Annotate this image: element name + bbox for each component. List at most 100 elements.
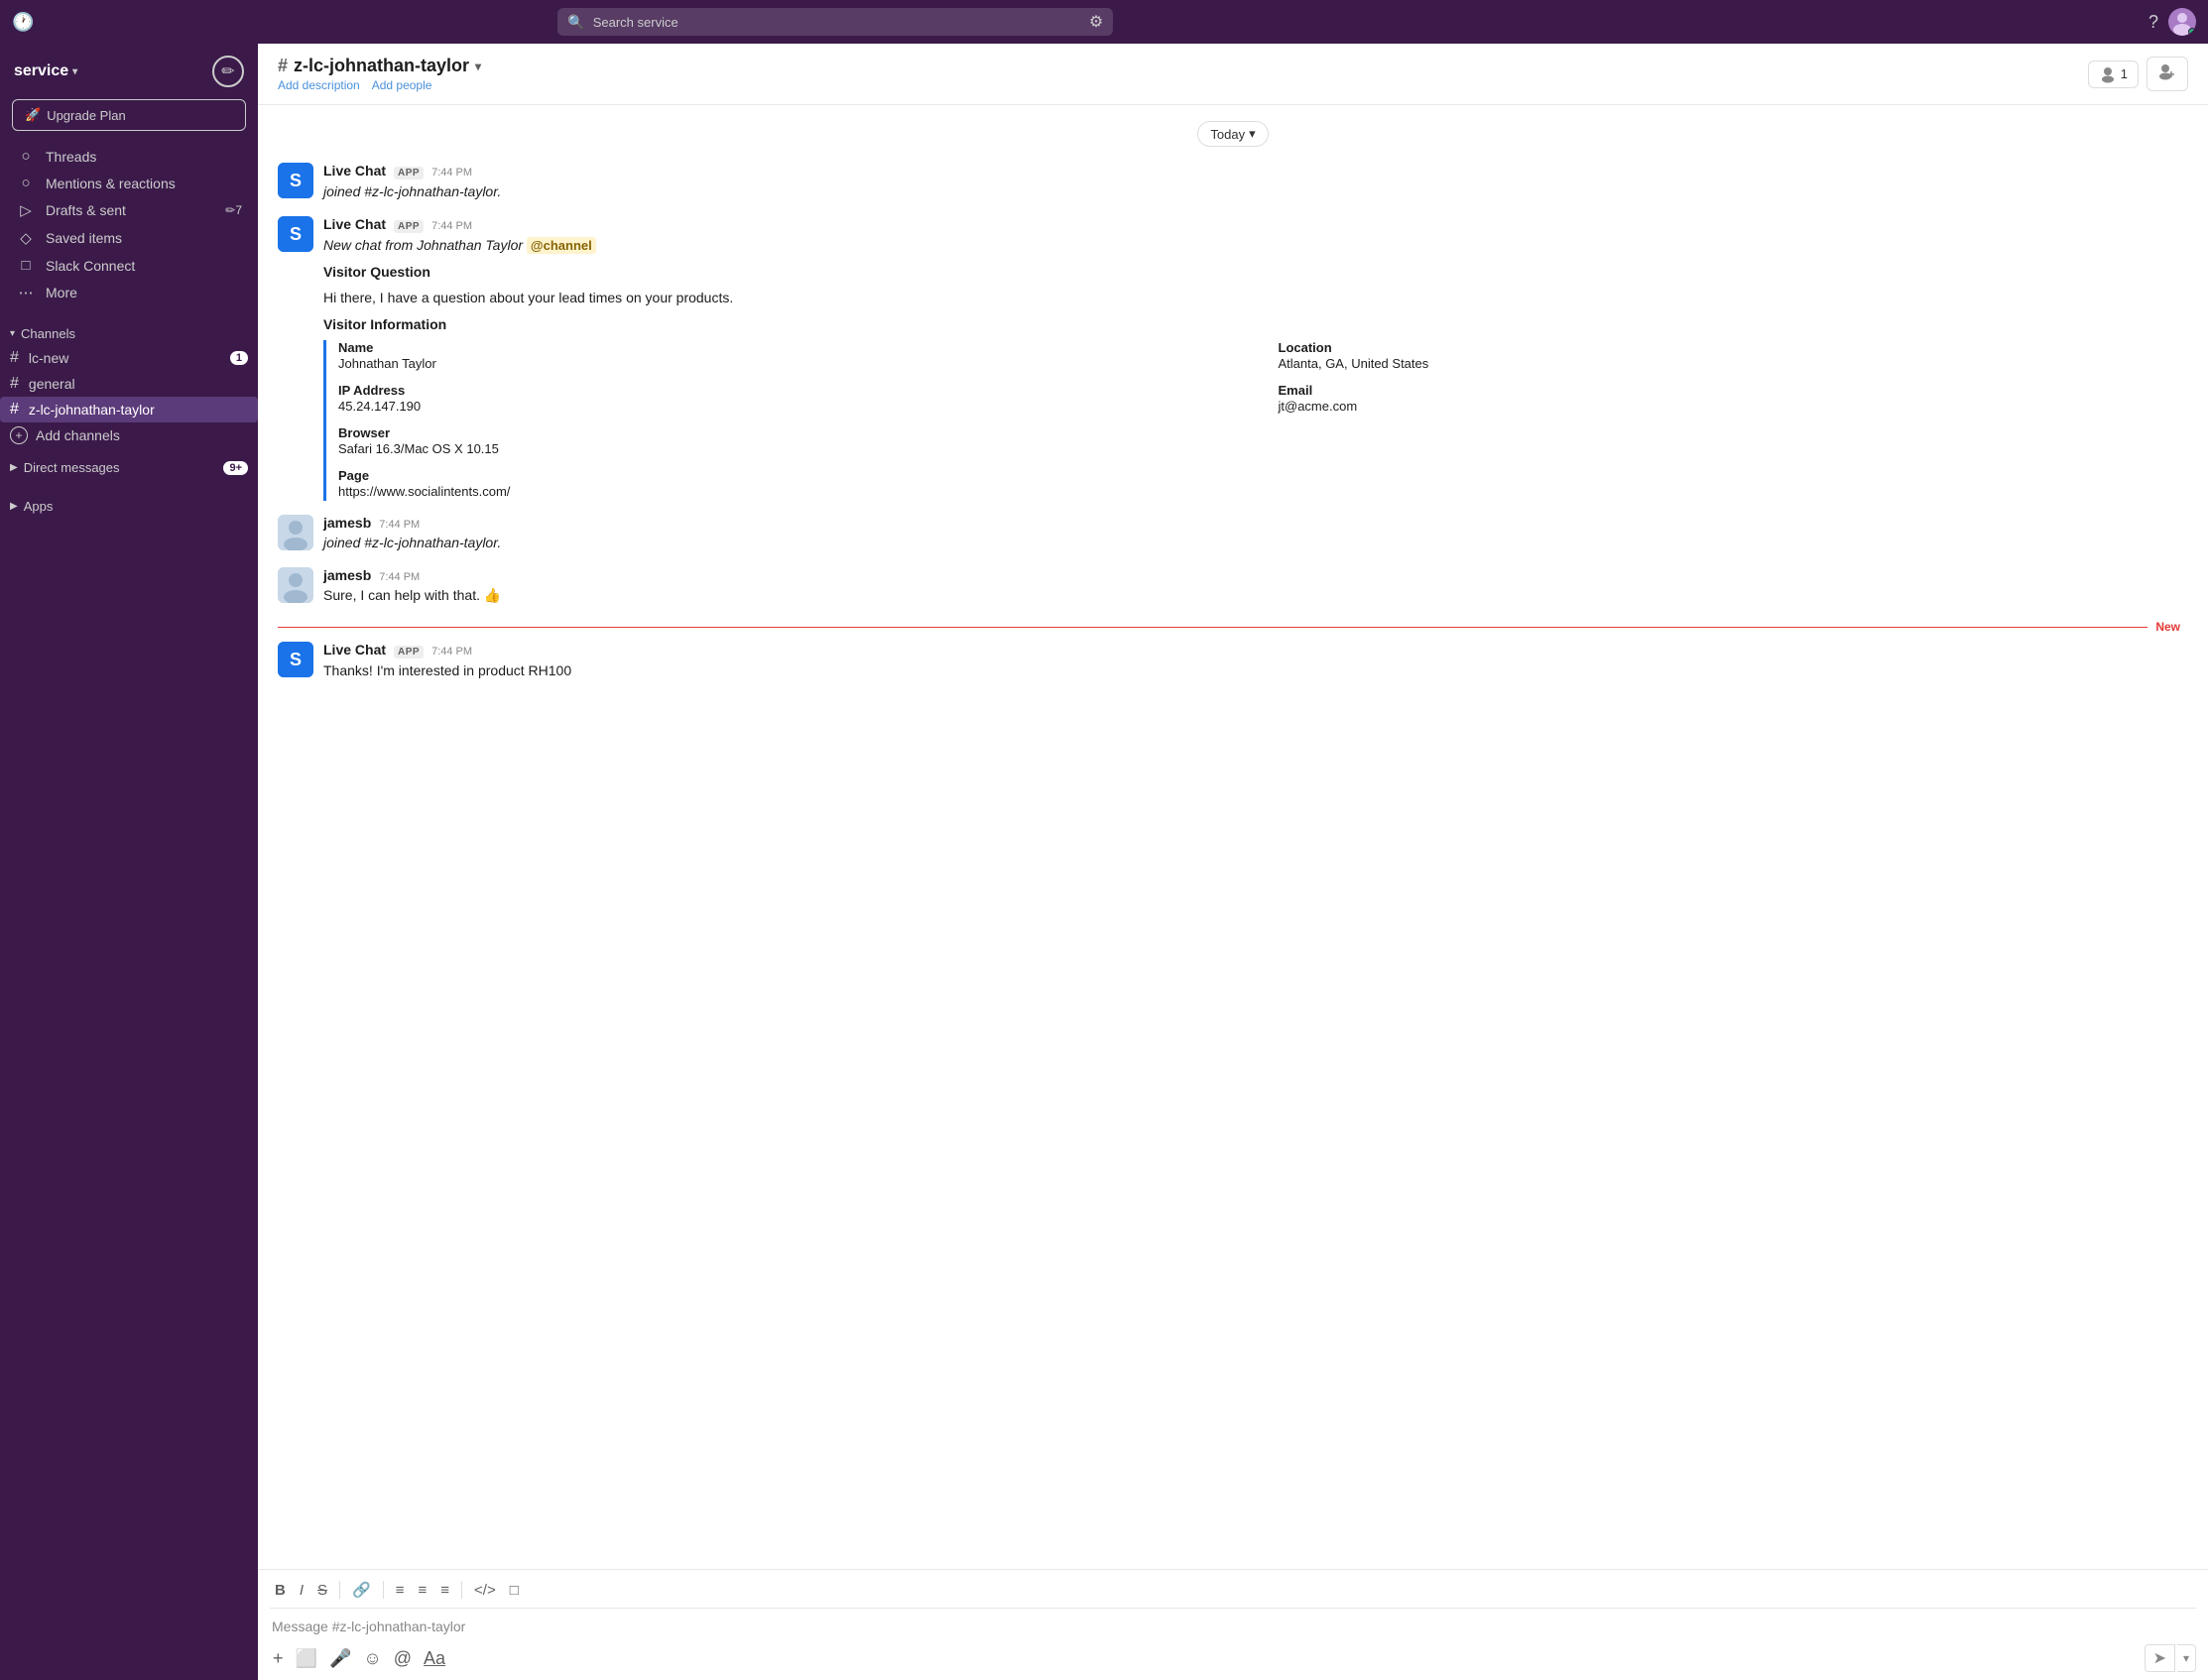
sidebar-item-saved[interactable]: ◇ Saved items bbox=[6, 224, 252, 252]
visitor-card: Visitor Question Hi there, I have a ques… bbox=[323, 264, 2188, 501]
filter-icon[interactable]: ⚙ bbox=[1089, 12, 1103, 32]
apps-header[interactable]: ▶ Apps bbox=[0, 495, 258, 518]
ordered-list-button[interactable]: ≡ bbox=[391, 1579, 410, 1602]
audio-button[interactable]: 🎤 bbox=[326, 1645, 354, 1672]
message-group: S Live Chat APP 7:44 PM joined #z-lc-joh… bbox=[278, 163, 2188, 202]
mention-button[interactable]: @ bbox=[391, 1645, 415, 1672]
sidebar-item-label: Mentions & reactions bbox=[46, 176, 176, 191]
message-input[interactable]: Message #z-lc-johnathan-taylor bbox=[270, 1615, 2196, 1638]
date-label: Today bbox=[1210, 127, 1245, 142]
message-italic: New chat from Johnathan Taylor bbox=[323, 237, 527, 253]
unordered-list-button[interactable]: ≡ bbox=[413, 1579, 431, 1602]
sidebar-item-drafts[interactable]: ▷ Drafts & sent ✏7 bbox=[6, 196, 252, 224]
link-button[interactable]: 🔗 bbox=[347, 1578, 376, 1602]
channel-item-lc-new[interactable]: # lc-new 1 bbox=[0, 345, 258, 371]
dm-header[interactable]: ▶ Direct messages 9+ bbox=[0, 456, 258, 479]
field-value: Atlanta, GA, United States bbox=[1279, 356, 1429, 371]
date-chevron-icon: ▾ bbox=[1249, 126, 1256, 142]
channel-item-z-lc-johnathan-taylor[interactable]: # z-lc-johnathan-taylor bbox=[0, 397, 258, 422]
message-time: 7:44 PM bbox=[431, 220, 472, 232]
workspace-name[interactable]: service ▾ bbox=[14, 62, 77, 80]
svg-text:S: S bbox=[290, 171, 302, 190]
avatar bbox=[278, 567, 313, 603]
mentions-icon: ○ bbox=[16, 175, 36, 191]
drafts-icon: ▷ bbox=[16, 201, 36, 219]
channels-section: ▾ Channels # lc-new 1 # general # z-lc-j… bbox=[0, 322, 258, 448]
format-button[interactable]: Aa bbox=[421, 1645, 448, 1672]
message-time: 7:44 PM bbox=[431, 167, 472, 179]
message-time: 7:44 PM bbox=[431, 646, 472, 658]
history-icon[interactable]: 🕐 bbox=[12, 12, 34, 33]
bold-button[interactable]: B bbox=[270, 1579, 291, 1602]
italic-button[interactable]: I bbox=[295, 1579, 308, 1602]
dm-toggle-icon: ▶ bbox=[10, 462, 18, 473]
message-sender: jamesb bbox=[323, 567, 371, 583]
message-content: joined #z-lc-johnathan-taylor. bbox=[323, 183, 501, 199]
add-description-link[interactable]: Add description bbox=[278, 78, 360, 92]
message-body: jamesb 7:44 PM joined #z-lc-johnathan-ta… bbox=[323, 515, 2188, 553]
message-header: Live Chat APP 7:44 PM bbox=[323, 642, 2188, 659]
sidebar-item-more[interactable]: ⋯ More bbox=[6, 279, 252, 306]
sidebar: service ▾ ✏ 🚀 Upgrade Plan ○ Threads ○ M… bbox=[0, 44, 258, 1680]
channel-header: # z-lc-johnathan-taylor ▾ Add descriptio… bbox=[258, 44, 2208, 105]
visitor-question-section: Visitor Question Hi there, I have a ques… bbox=[323, 264, 2188, 308]
sidebar-item-connect[interactable]: □ Slack Connect bbox=[6, 252, 252, 279]
apps-section: ▶ Apps bbox=[0, 495, 258, 518]
send-buttons: ➤ ▾ bbox=[2145, 1644, 2196, 1672]
code-block-button[interactable]: □ bbox=[505, 1579, 524, 1602]
app-badge: APP bbox=[394, 220, 424, 233]
attach-button[interactable]: + bbox=[270, 1645, 287, 1672]
svg-text:S: S bbox=[290, 650, 302, 669]
avatar[interactable] bbox=[2168, 8, 2196, 36]
add-channel-button[interactable]: + Add channels bbox=[0, 422, 258, 448]
field-value: https://www.socialintents.com/ bbox=[338, 484, 510, 499]
code-button[interactable]: </> bbox=[469, 1579, 501, 1602]
channel-title[interactable]: # z-lc-johnathan-taylor ▾ bbox=[278, 56, 2088, 76]
separator-line bbox=[278, 627, 2147, 628]
sidebar-item-threads[interactable]: ○ Threads bbox=[6, 143, 252, 170]
search-bar[interactable]: 🔍 ⚙ bbox=[557, 8, 1113, 36]
emoji-button[interactable]: ☺ bbox=[360, 1645, 384, 1672]
main-layout: service ▾ ✏ 🚀 Upgrade Plan ○ Threads ○ M… bbox=[0, 44, 2208, 1680]
indent-button[interactable]: ≡ bbox=[435, 1579, 454, 1602]
field-label: Browser bbox=[338, 425, 1249, 440]
add-member-button[interactable] bbox=[2147, 57, 2188, 91]
visitor-question-title: Visitor Question bbox=[323, 264, 2188, 280]
member-count-button[interactable]: 1 bbox=[2088, 60, 2139, 88]
channel-item-general[interactable]: # general bbox=[0, 371, 258, 397]
message-body: Live Chat APP 7:44 PM joined #z-lc-johna… bbox=[323, 163, 2188, 202]
message-text: joined #z-lc-johnathan-taylor. bbox=[323, 533, 2188, 553]
sidebar-header: service ▾ ✏ bbox=[0, 44, 258, 95]
field-value: 45.24.147.190 bbox=[338, 399, 421, 414]
compose-button[interactable]: ✏ bbox=[212, 56, 244, 87]
add-channel-label: Add channels bbox=[36, 427, 120, 443]
hash-icon: # bbox=[10, 375, 19, 393]
visitor-field-ip: IP Address 45.24.147.190 bbox=[338, 383, 1249, 416]
app-badge: APP bbox=[394, 167, 424, 180]
message-text: Thanks! I'm interested in product RH100 bbox=[323, 660, 2188, 681]
send-options-button[interactable]: ▾ bbox=[2177, 1644, 2196, 1672]
upgrade-plan-button[interactable]: 🚀 Upgrade Plan bbox=[12, 99, 246, 131]
workspace-name-label: service bbox=[14, 62, 68, 80]
date-badge[interactable]: Today ▾ bbox=[1197, 121, 1268, 147]
top-bar-right: ? bbox=[2148, 8, 2196, 36]
message-header: Live Chat APP 7:44 PM bbox=[323, 216, 2188, 233]
video-button[interactable]: ⬜ bbox=[293, 1645, 320, 1672]
help-icon[interactable]: ? bbox=[2148, 12, 2158, 33]
channel-chevron-icon: ▾ bbox=[475, 60, 481, 73]
search-input[interactable] bbox=[593, 15, 1081, 30]
message-group: jamesb 7:44 PM Sure, I can help with tha… bbox=[278, 567, 2188, 606]
date-divider: Today ▾ bbox=[278, 121, 2188, 147]
sidebar-nav: ○ Threads ○ Mentions & reactions ▷ Draft… bbox=[0, 143, 258, 306]
avatar: S bbox=[278, 163, 313, 198]
sidebar-item-mentions[interactable]: ○ Mentions & reactions bbox=[6, 170, 252, 196]
svg-text:S: S bbox=[290, 224, 302, 244]
add-people-link[interactable]: Add people bbox=[372, 78, 432, 92]
send-button[interactable]: ➤ bbox=[2145, 1644, 2175, 1672]
field-value: Johnathan Taylor bbox=[338, 356, 436, 371]
strikethrough-button[interactable]: S bbox=[312, 1579, 332, 1602]
new-label: New bbox=[2147, 620, 2188, 634]
channels-header[interactable]: ▾ Channels bbox=[0, 322, 258, 345]
message-body: jamesb 7:44 PM Sure, I can help with tha… bbox=[323, 567, 2188, 606]
field-label: Name bbox=[338, 340, 1249, 355]
